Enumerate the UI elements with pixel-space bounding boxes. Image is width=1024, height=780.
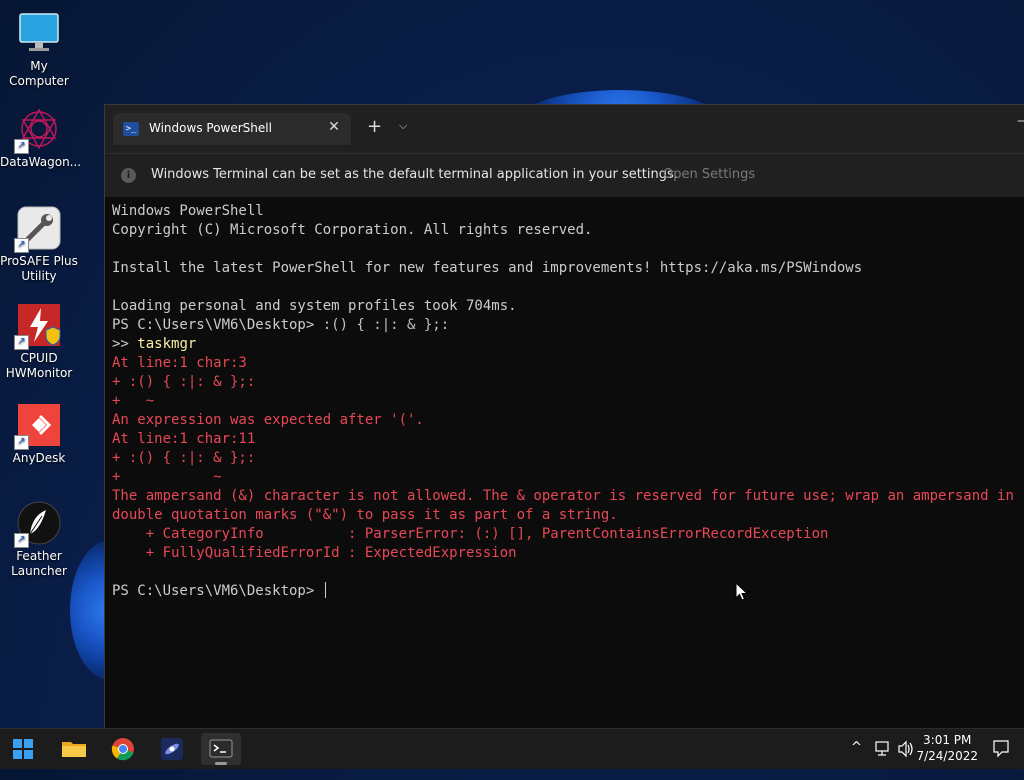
desktop-icon-anydesk[interactable]: ↗ AnyDesk xyxy=(0,402,78,466)
console-line: At line:1 char:11 xyxy=(112,431,256,447)
console-line: + :() { :|: & };: xyxy=(112,374,256,390)
desktop-icon-cpuid-hwmonitor[interactable]: ↗ CPUID HWMonitor xyxy=(0,302,78,381)
title-bar[interactable]: >_ Windows PowerShell ✕ + ⌵ — xyxy=(105,105,1024,153)
console-line: double quotation marks ("&") to pass it … xyxy=(112,507,618,523)
wrench-icon: ↗ xyxy=(14,205,62,253)
notifications-icon[interactable] xyxy=(991,729,1011,769)
anydesk-icon: ↗ xyxy=(14,402,62,450)
console-line: + ~ xyxy=(112,469,222,485)
console-line: Windows PowerShell xyxy=(112,203,264,219)
text-cursor xyxy=(324,582,326,598)
clock[interactable]: 3:01 PM 7/24/2022 xyxy=(916,732,978,764)
monitor-icon xyxy=(16,10,62,56)
console-line: Install the latest PowerShell for new fe… xyxy=(112,260,863,276)
continuation-prompt: >> xyxy=(112,336,138,352)
feather-icon: ↗ xyxy=(14,500,62,548)
shortcut-arrow-icon: ↗ xyxy=(14,139,29,154)
tab-close-button[interactable]: ✕ xyxy=(325,119,343,135)
info-bar: i Windows Terminal can be set as the def… xyxy=(105,153,1024,197)
desktop-icon-label: CPUID HWMonitor xyxy=(5,351,73,380)
desktop-icon-label: DataWagon... xyxy=(0,155,82,169)
console-line: Loading personal and system profiles too… xyxy=(112,298,517,314)
desktop-icon-label: My Computer xyxy=(9,59,69,88)
console-line: + CategoryInfo : ParserError: (:) [], Pa… xyxy=(112,526,829,542)
prompt-text: PS C:\Users\VM6\Desktop> xyxy=(112,583,323,599)
console-line: At line:1 char:3 xyxy=(112,355,247,371)
terminal-icon xyxy=(209,739,233,758)
shortcut-arrow-icon: ↗ xyxy=(14,435,29,450)
mouse-pointer-icon xyxy=(735,582,749,601)
active-indicator xyxy=(215,762,227,765)
tray-overflow-chevron[interactable]: ^ xyxy=(851,740,862,780)
command-text: :() { :|: & };: xyxy=(322,317,450,333)
desktop-icon-label: Feather Launcher xyxy=(11,549,67,578)
console-line: + ~ xyxy=(112,393,155,409)
terminal-window[interactable]: >_ Windows PowerShell ✕ + ⌵ — i Windows … xyxy=(104,104,1024,729)
console-line: PS C:\Users\VM6\Desktop> xyxy=(112,582,1024,601)
console-line: Copyright (C) Microsoft Corporation. All… xyxy=(112,222,593,238)
file-explorer-button[interactable] xyxy=(54,733,94,765)
volume-icon[interactable] xyxy=(896,729,916,769)
galaxy-icon xyxy=(161,738,183,760)
taskbar: ^ 3:01 PM 7/24/2022 xyxy=(0,728,1024,769)
desktop-icon-label: ProSAFE Plus Utility xyxy=(0,254,78,283)
shortcut-arrow-icon: ↗ xyxy=(14,533,29,548)
tab-title: Windows PowerShell xyxy=(149,121,272,135)
desktop-icon-label: AnyDesk xyxy=(12,451,66,465)
clock-date: 7/24/2022 xyxy=(916,749,978,763)
console-line: + :() { :|: & };: xyxy=(112,450,256,466)
folder-icon xyxy=(62,742,86,757)
info-icon: i xyxy=(121,168,136,183)
start-button[interactable] xyxy=(3,733,43,765)
clock-time: 3:01 PM xyxy=(923,733,972,747)
datawagon-icon: ↗ xyxy=(14,106,62,154)
console-line: >> taskmgr xyxy=(112,335,1024,354)
terminal-taskbar-button[interactable] xyxy=(201,733,241,765)
desktop-icon-datawagon[interactable]: ↗ DataWagon... xyxy=(0,106,82,170)
prompt-text: PS C:\Users\VM6\Desktop> xyxy=(112,317,323,333)
console-output[interactable]: Windows PowerShell Copyright (C) Microsof… xyxy=(112,202,1024,601)
console-line: An expression was expected after '('. xyxy=(112,412,424,428)
console-line: + FullyQualifiedErrorId : ExpectedExpres… xyxy=(112,545,517,561)
network-icon[interactable] xyxy=(873,729,893,769)
shortcut-arrow-icon: ↗ xyxy=(14,238,29,253)
command-text: taskmgr xyxy=(137,336,197,352)
powershell-icon: >_ xyxy=(123,122,139,136)
chrome-icon xyxy=(111,738,134,761)
console-line: The ampersand (&) character is not allow… xyxy=(112,488,1014,504)
tab-dropdown-button[interactable]: ⌵ xyxy=(399,119,407,133)
chrome-button[interactable] xyxy=(103,733,143,765)
hwmonitor-icon: ↗ xyxy=(14,302,62,350)
windows-logo-icon xyxy=(13,739,33,759)
shortcut-arrow-icon: ↗ xyxy=(14,335,29,350)
console-line: PS C:\Users\VM6\Desktop> :() { :|: & };: xyxy=(112,316,1024,335)
desktop-icon-my-computer[interactable]: My Computer xyxy=(0,10,78,89)
new-tab-button[interactable]: + xyxy=(367,117,382,137)
desktop-icon-feather-launcher[interactable]: ↗ Feather Launcher xyxy=(0,500,78,579)
info-message: Windows Terminal can be set as the defau… xyxy=(151,167,678,182)
desktop-icon-prosafe-plus-utility[interactable]: ↗ ProSAFE Plus Utility xyxy=(0,205,78,284)
minimize-button[interactable]: — xyxy=(1017,113,1024,129)
tab-windows-powershell[interactable]: >_ Windows PowerShell ✕ xyxy=(113,113,351,145)
galaxy-app-button[interactable] xyxy=(152,733,192,765)
open-settings-link[interactable]: Open Settings xyxy=(663,167,755,182)
